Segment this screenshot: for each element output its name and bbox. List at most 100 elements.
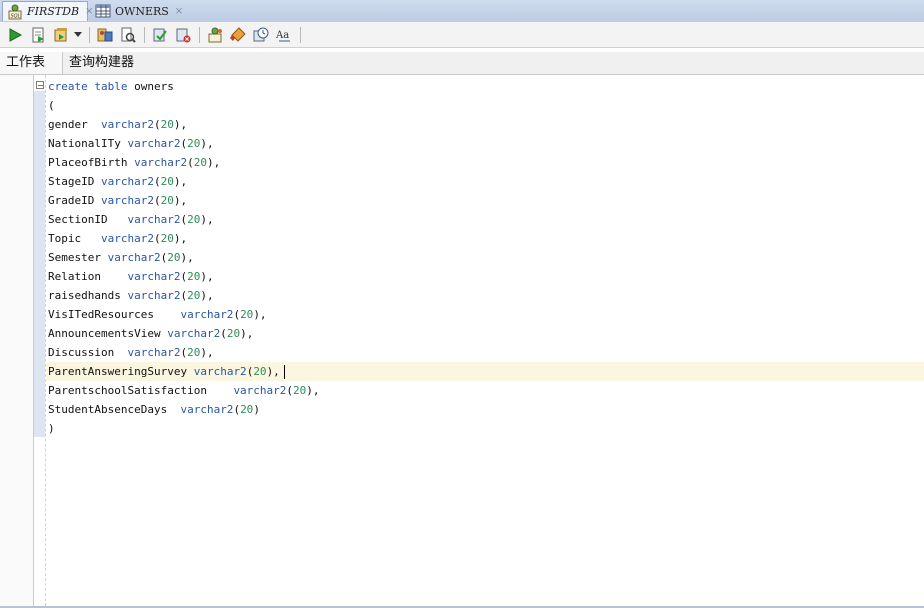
sql-number: 20 (187, 346, 201, 359)
toolbar-divider (89, 26, 90, 43)
clear-icon[interactable] (227, 24, 249, 46)
sql-number: 20 (187, 137, 201, 150)
sql-number: 20 (240, 308, 254, 321)
close-icon[interactable]: × (175, 6, 183, 17)
sql-text: ), (200, 270, 214, 283)
sql-text: ), (200, 137, 214, 150)
sql-worksheet-icon: SQL (7, 4, 23, 20)
sql-text: ), (200, 289, 214, 302)
sql-keyword: varchar2 (127, 213, 181, 226)
sql-keyword: varchar2 (100, 118, 154, 131)
table-icon (95, 3, 111, 19)
sql-text: ), (173, 175, 188, 188)
fold-collapse-icon[interactable]: − (36, 81, 44, 90)
sql-text: StageID (48, 175, 101, 188)
sql-text: ( (153, 232, 161, 245)
text-caret (283, 365, 285, 379)
code-line[interactable]: Topic varchar2(20), (48, 229, 320, 248)
code-line[interactable]: PlaceofBirth varchar2(20), (48, 153, 320, 172)
code-line[interactable]: ParentAnsweringSurvey varchar2(20), (48, 362, 320, 381)
sql-text: ), (180, 251, 194, 264)
run-statement-icon[interactable] (4, 24, 26, 46)
sql-text: Discussion (48, 346, 128, 359)
svg-text:Aa: Aa (276, 30, 289, 41)
editor-tab-strip: SQL FIRSTDB × OWNERS × (0, 0, 924, 23)
sql-text: ) (48, 422, 55, 435)
sql-text: ( (187, 156, 194, 169)
sql-number: 20 (160, 175, 174, 188)
sql-text: NationalITy (48, 137, 128, 150)
run-script-icon[interactable] (27, 24, 49, 46)
sql-text: ParentAnsweringSurvey (48, 365, 194, 378)
sql-text: AnnouncementsView (48, 327, 168, 340)
sql-text: ), (173, 118, 188, 131)
toolbar-divider (300, 26, 301, 43)
commit-icon[interactable] (149, 24, 171, 46)
sql-editor[interactable]: − create table owners(gender varchar2(20… (0, 75, 924, 606)
sql-text: ), (306, 384, 320, 397)
sql-keyword: varchar2 (100, 232, 154, 245)
sql-text: GradeID (48, 194, 101, 207)
sql-keyword: varchar2 (180, 403, 234, 416)
code-line[interactable]: SectionID varchar2(20), (48, 210, 320, 229)
sql-text: ( (220, 327, 227, 340)
tab-query-builder[interactable]: 查询构建器 (63, 52, 140, 74)
code-line[interactable]: Semester varchar2(20), (48, 248, 320, 267)
sql-number: 20 (187, 213, 201, 226)
code-line[interactable]: StageID varchar2(20), (48, 172, 320, 191)
sql-text: ), (200, 346, 214, 359)
code-line[interactable]: ParentschoolSatisfaction varchar2(20), (48, 381, 320, 400)
autotrace-icon[interactable] (50, 24, 72, 46)
code-line[interactable]: AnnouncementsView varchar2(20), (48, 324, 320, 343)
sql-text: ), (200, 213, 214, 226)
code-line[interactable]: ( (48, 96, 320, 115)
sql-text: ( (153, 118, 161, 131)
code-line[interactable]: gender varchar2(20), (48, 115, 320, 134)
sql-history-icon[interactable] (250, 24, 272, 46)
explain-plan-icon[interactable] (94, 24, 116, 46)
sql-number: 20 (193, 156, 207, 169)
fold-range-highlight (34, 91, 45, 437)
sql-text: ), (206, 156, 221, 169)
sql-keyword: varchar2 (127, 270, 181, 283)
tab-firstdb[interactable]: SQL FIRSTDB × (2, 1, 93, 21)
sql-number: 20 (160, 194, 174, 207)
code-line[interactable]: NationalITy varchar2(20), (48, 134, 320, 153)
unshared-sql-worksheet-icon[interactable] (204, 24, 226, 46)
chevron-down-icon[interactable] (73, 24, 83, 46)
code-line[interactable]: ) (48, 419, 320, 438)
sql-number: 20 (167, 251, 181, 264)
code-area[interactable]: create table owners(gender varchar2(20),… (48, 77, 320, 438)
line-number-gutter (0, 75, 34, 606)
sql-text: ) (253, 403, 260, 416)
sql-number: 20 (187, 289, 201, 302)
sql-number: 20 (240, 403, 254, 416)
sql-text: gender (48, 118, 101, 131)
rollback-icon[interactable] (172, 24, 194, 46)
tab-worksheet[interactable]: 工作表 (0, 52, 63, 74)
code-line[interactable]: GradeID varchar2(20), (48, 191, 320, 210)
sql-text: ( (153, 175, 161, 188)
sql-text: raisedhands (48, 289, 128, 302)
sql-text: owners (127, 80, 174, 93)
sql-text: Topic (48, 232, 101, 245)
code-line[interactable]: Relation varchar2(20), (48, 267, 320, 286)
sql-keyword: varchar2 (180, 308, 234, 321)
format-case-icon[interactable]: Aa (273, 24, 295, 46)
worksheet-subtabs: 工作表 查询构建器 (0, 52, 924, 75)
code-line[interactable]: VisITedResources varchar2(20), (48, 305, 320, 324)
sql-text: Semester (48, 251, 108, 264)
sql-tuning-advisor-icon[interactable] (117, 24, 139, 46)
tab-label: FIRSTDB (27, 5, 80, 18)
code-line[interactable]: create table owners (48, 77, 320, 96)
sql-keyword: varchar2 (127, 137, 181, 150)
sql-number: 20 (253, 365, 267, 378)
code-line[interactable]: StudentAbsenceDays varchar2(20) (48, 400, 320, 419)
worksheet-toolbar: Aa (0, 22, 924, 48)
tab-owners[interactable]: OWNERS × (91, 1, 183, 21)
sql-text: Relation (48, 270, 128, 283)
code-line[interactable]: Discussion varchar2(20), (48, 343, 320, 362)
code-line[interactable]: raisedhands varchar2(20), (48, 286, 320, 305)
sql-number: 20 (187, 270, 201, 283)
svg-text:SQL: SQL (11, 13, 21, 19)
